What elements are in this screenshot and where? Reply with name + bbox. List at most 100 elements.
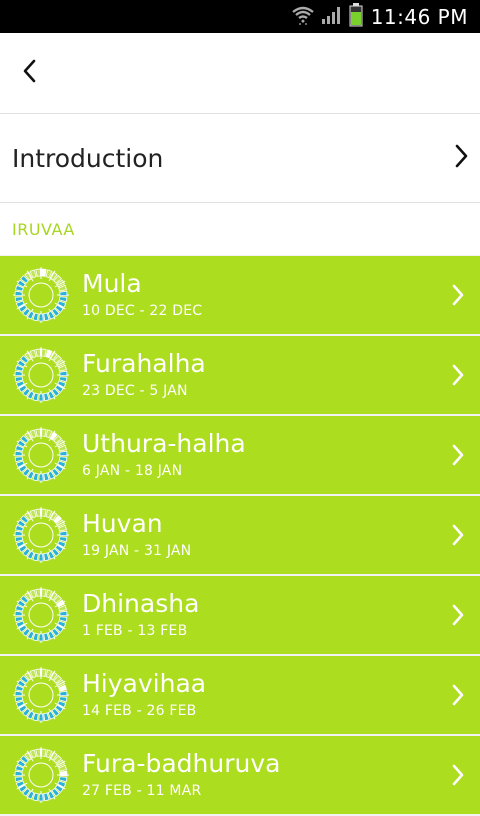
ring-segment: [59, 690, 68, 697]
list-item-dates: 23 DEC - 5 JAN: [82, 383, 188, 399]
ring-segment: [59, 530, 68, 537]
ring-segment: [38, 633, 44, 642]
iruvaa-list: Mula 10 DEC - 22 DEC Furahalha 23 DEC - …: [0, 256, 480, 816]
introduction-label: Introduction: [12, 143, 164, 173]
app-bar: [0, 33, 480, 113]
ring-segment: [38, 553, 44, 562]
ring-segment: [38, 313, 44, 322]
ring-segment: [35, 428, 41, 437]
ring-segment: [35, 508, 41, 517]
ring-segment: [35, 268, 41, 277]
ring-segment: [58, 616, 68, 623]
list-item[interactable]: Dhinasha 1 FEB - 13 FEB: [0, 576, 480, 654]
ring-segment: [14, 696, 24, 703]
ring-segment: [41, 748, 47, 757]
introduction-item[interactable]: Introduction: [0, 114, 480, 202]
list-item[interactable]: Fura-badhuruva 27 FEB - 11 MAR: [0, 736, 480, 814]
ring-segment: [59, 370, 68, 377]
nakshatra-ring-icon: [12, 586, 70, 644]
nakshatra-ring-icon: [12, 666, 70, 724]
nakshatra-ring-icon: [12, 426, 70, 484]
list-item-text: Furahalha 23 DEC - 5 JAN: [82, 349, 446, 401]
ring-segment: [35, 348, 41, 357]
chevron-right-icon: [446, 439, 470, 471]
ring-segment: [58, 296, 68, 303]
ring-segment: [14, 456, 24, 463]
ring-segment: [14, 690, 23, 697]
ring-segment: [41, 348, 47, 357]
list-item[interactable]: Uthura-halha 6 JAN - 18 JAN: [0, 416, 480, 494]
ring-segment: [14, 376, 24, 383]
chevron-right-icon: [446, 519, 470, 551]
list-item-dates: 1 FEB - 13 FEB: [82, 623, 188, 639]
list-item[interactable]: Huvan 19 JAN - 31 JAN: [0, 496, 480, 574]
signal-icon: [321, 5, 343, 29]
chevron-left-icon: [21, 58, 39, 88]
chevron-right-icon: [446, 679, 470, 711]
ring-segment: [14, 536, 24, 543]
status-icons: [291, 2, 363, 31]
chevron-right-icon: [446, 759, 470, 791]
ring-segment: [38, 713, 44, 722]
nakshatra-ring-icon: [12, 746, 70, 804]
ring-segment: [59, 450, 68, 457]
list-item-text: Hiyavihaa 14 FEB - 26 FEB: [82, 669, 446, 721]
ring-segment: [14, 370, 23, 377]
list-item-dates: 14 FEB - 26 FEB: [82, 703, 197, 719]
list-item-text: Mula 10 DEC - 22 DEC: [82, 269, 446, 321]
list-item-title: Uthura-halha: [82, 429, 246, 458]
nakshatra-ring-icon: [12, 266, 70, 324]
ring-segment: [41, 588, 47, 597]
ring-segment: [59, 610, 68, 617]
list-item-text: Huvan 19 JAN - 31 JAN: [82, 509, 446, 561]
list-item-title: Mula: [82, 269, 142, 298]
section-title: IRUVAA: [12, 219, 75, 239]
ring-segment: [35, 588, 41, 597]
list-item[interactable]: Mula 10 DEC - 22 DEC: [0, 256, 480, 334]
ring-segment: [14, 770, 23, 777]
ring-segment: [14, 296, 24, 303]
list-item-title: Huvan: [82, 509, 163, 538]
ring-segment: [38, 473, 44, 482]
back-button[interactable]: [6, 49, 54, 97]
ring-segment: [58, 696, 68, 703]
list-item-title: Hiyavihaa: [82, 669, 207, 698]
ring-segment: [41, 668, 47, 677]
list-item-dates: 27 FEB - 11 MAR: [82, 783, 202, 799]
list-item-dates: 19 JAN - 31 JAN: [82, 543, 192, 559]
list-item-text: Uthura-halha 6 JAN - 18 JAN: [82, 429, 446, 481]
ring-segment: [14, 290, 23, 297]
nakshatra-ring-icon: [12, 506, 70, 564]
section-header: IRUVAA: [0, 203, 480, 255]
ring-segment: [35, 748, 41, 757]
ring-segment: [14, 776, 24, 783]
battery-icon: [349, 2, 363, 31]
ring-segment: [58, 456, 68, 463]
list-item-text: Dhinasha 1 FEB - 13 FEB: [82, 589, 446, 641]
ring-segment: [35, 668, 41, 677]
chevron-right-icon: [446, 279, 470, 311]
ring-segment: [59, 770, 68, 777]
chevron-right-icon: [446, 599, 470, 631]
ring-segment: [41, 268, 47, 277]
ring-segment: [14, 530, 23, 537]
ring-segment: [14, 616, 24, 623]
list-item-title: Fura-badhuruva: [82, 749, 281, 778]
nakshatra-ring-icon: [12, 346, 70, 404]
ring-segment: [58, 776, 68, 783]
list-item-text: Fura-badhuruva 27 FEB - 11 MAR: [82, 749, 446, 801]
list-item[interactable]: Hiyavihaa 14 FEB - 26 FEB: [0, 656, 480, 734]
ring-segment: [41, 508, 47, 517]
ring-segment: [59, 290, 68, 297]
wifi-icon: [291, 4, 315, 30]
ring-segment: [14, 450, 23, 457]
ring-segment: [41, 428, 47, 437]
ring-segment: [38, 393, 44, 402]
ring-segment: [14, 610, 23, 617]
list-item[interactable]: Furahalha 23 DEC - 5 JAN: [0, 336, 480, 414]
status-bar: 11:46 PM: [0, 0, 480, 33]
chevron-right-icon: [446, 359, 470, 391]
ring-segment: [58, 376, 68, 383]
chevron-right-icon: [452, 142, 470, 174]
list-item-dates: 10 DEC - 22 DEC: [82, 303, 203, 319]
